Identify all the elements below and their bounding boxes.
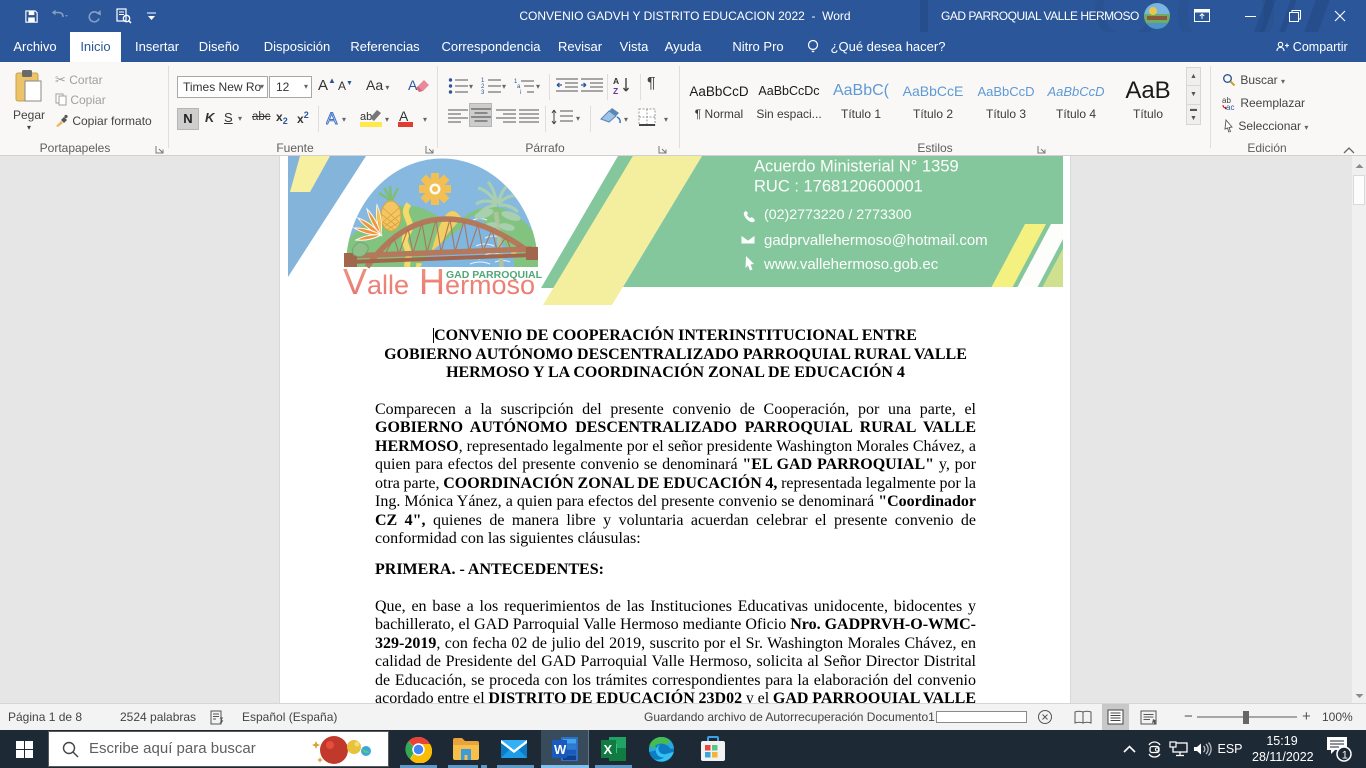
svg-text:▾: ▾ — [385, 115, 389, 124]
svg-text:W: W — [554, 742, 567, 757]
svg-text:ac: ac — [1226, 103, 1234, 110]
svg-text:▾: ▾ — [664, 115, 668, 124]
svg-text:▾: ▾ — [469, 82, 473, 91]
svg-text:A: A — [399, 108, 409, 124]
svg-text:(02)2773220 / 2773300: (02)2773220 / 2773300 — [764, 207, 912, 223]
svg-text:▾: ▾ — [342, 115, 346, 124]
svg-text:A: A — [326, 109, 338, 128]
svg-text:i: i — [520, 90, 521, 95]
svg-text:▾: ▾ — [624, 115, 628, 124]
svg-text:1: 1 — [1342, 750, 1348, 762]
svg-text:▾: ▾ — [502, 82, 506, 91]
svg-text:Z: Z — [613, 86, 618, 95]
svg-text:▾: ▾ — [536, 82, 540, 91]
svg-text:A: A — [408, 77, 418, 93]
svg-text:ab: ab — [360, 111, 372, 123]
svg-text:3: 3 — [481, 90, 485, 95]
svg-text:A: A — [613, 76, 619, 86]
svg-text:▾: ▾ — [576, 114, 580, 123]
svg-text:gadprvallehermoso@hotmail.com: gadprvallehermoso@hotmail.com — [764, 232, 988, 249]
svg-text:RUC : 1768120600001: RUC : 1768120600001 — [754, 178, 923, 196]
svg-text:X: X — [603, 742, 612, 757]
svg-text:www.vallehermoso.gob.ec: www.vallehermoso.gob.ec — [763, 256, 939, 273]
svg-text:Valle Hermoso: Valle Hermoso — [343, 261, 535, 302]
svg-text:▾: ▾ — [423, 115, 427, 124]
svg-text:Acuerdo Ministerial N° 1359: Acuerdo Ministerial N° 1359 — [754, 158, 959, 176]
